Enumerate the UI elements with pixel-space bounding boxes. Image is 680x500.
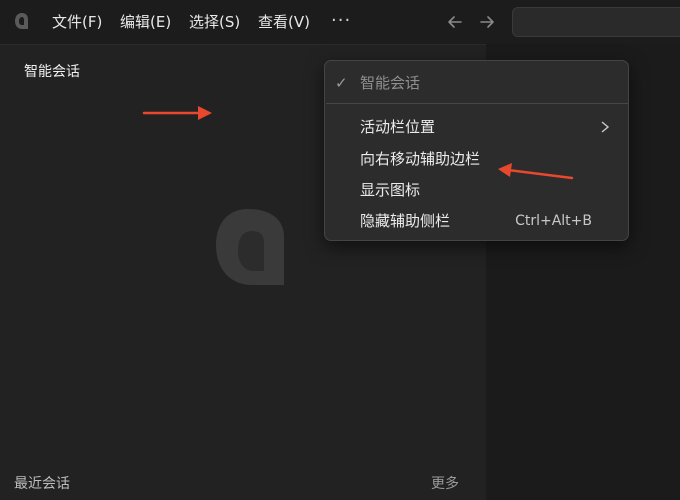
command-search-box[interactable] [512, 7, 680, 37]
menu-select[interactable]: 选择(S) [189, 10, 240, 34]
more-link[interactable]: 更多 [431, 473, 459, 493]
chevron-right-icon [601, 121, 610, 133]
context-menu: ✓ 智能会话 活动栏位置 向右移动辅助边栏 显示图标 隐藏辅助侧栏 Ctrl+A… [324, 60, 629, 241]
menu-edit[interactable]: 编辑(E) [120, 10, 171, 34]
menu-item-label: 活动栏位置 [360, 118, 436, 136]
menu-item-label: 智能会话 [360, 74, 421, 92]
app-logo-icon [15, 13, 28, 29]
menu-separator [326, 103, 629, 104]
menu-view[interactable]: 查看(V) [258, 10, 310, 34]
menu-item-shortcut: Ctrl+Alt+B [515, 213, 592, 229]
red-arrow-icon [142, 106, 212, 120]
menu-item-smart-chat[interactable]: ✓ 智能会话 [325, 69, 628, 97]
menu-item-show-icons[interactable]: 显示图标 [325, 176, 628, 204]
menu-more-button[interactable]: ··· [331, 10, 351, 32]
checkmark-icon: ✓ [335, 74, 348, 92]
recent-chats-label: 最近会话 [14, 476, 70, 492]
panel-title: 智能会话 [24, 64, 80, 80]
menu-item-label: 显示图标 [360, 181, 421, 199]
menu-item-move-secondary-sidebar-right[interactable]: 向右移动辅助边栏 [325, 145, 628, 173]
menu-item-activity-bar-position[interactable]: 活动栏位置 [325, 113, 628, 141]
title-bar: 文件(F) 编辑(E) 选择(S) 查看(V) ··· [0, 0, 680, 44]
menu-item-label: 隐藏辅助侧栏 [360, 212, 451, 230]
red-arrow-icon [498, 163, 574, 180]
menu-item-hide-secondary-sidebar[interactable]: 隐藏辅助侧栏 Ctrl+Alt+B [325, 207, 628, 235]
app-logo-icon [216, 209, 284, 285]
menu-item-label: 向右移动辅助边栏 [360, 150, 481, 168]
app-window: 文件(F) 编辑(E) 选择(S) 查看(V) ··· 智能会话 最近会话 更多… [0, 0, 680, 500]
menu-file[interactable]: 文件(F) [52, 10, 102, 34]
arrow-left-icon[interactable] [444, 11, 466, 33]
arrow-right-icon[interactable] [476, 11, 498, 33]
